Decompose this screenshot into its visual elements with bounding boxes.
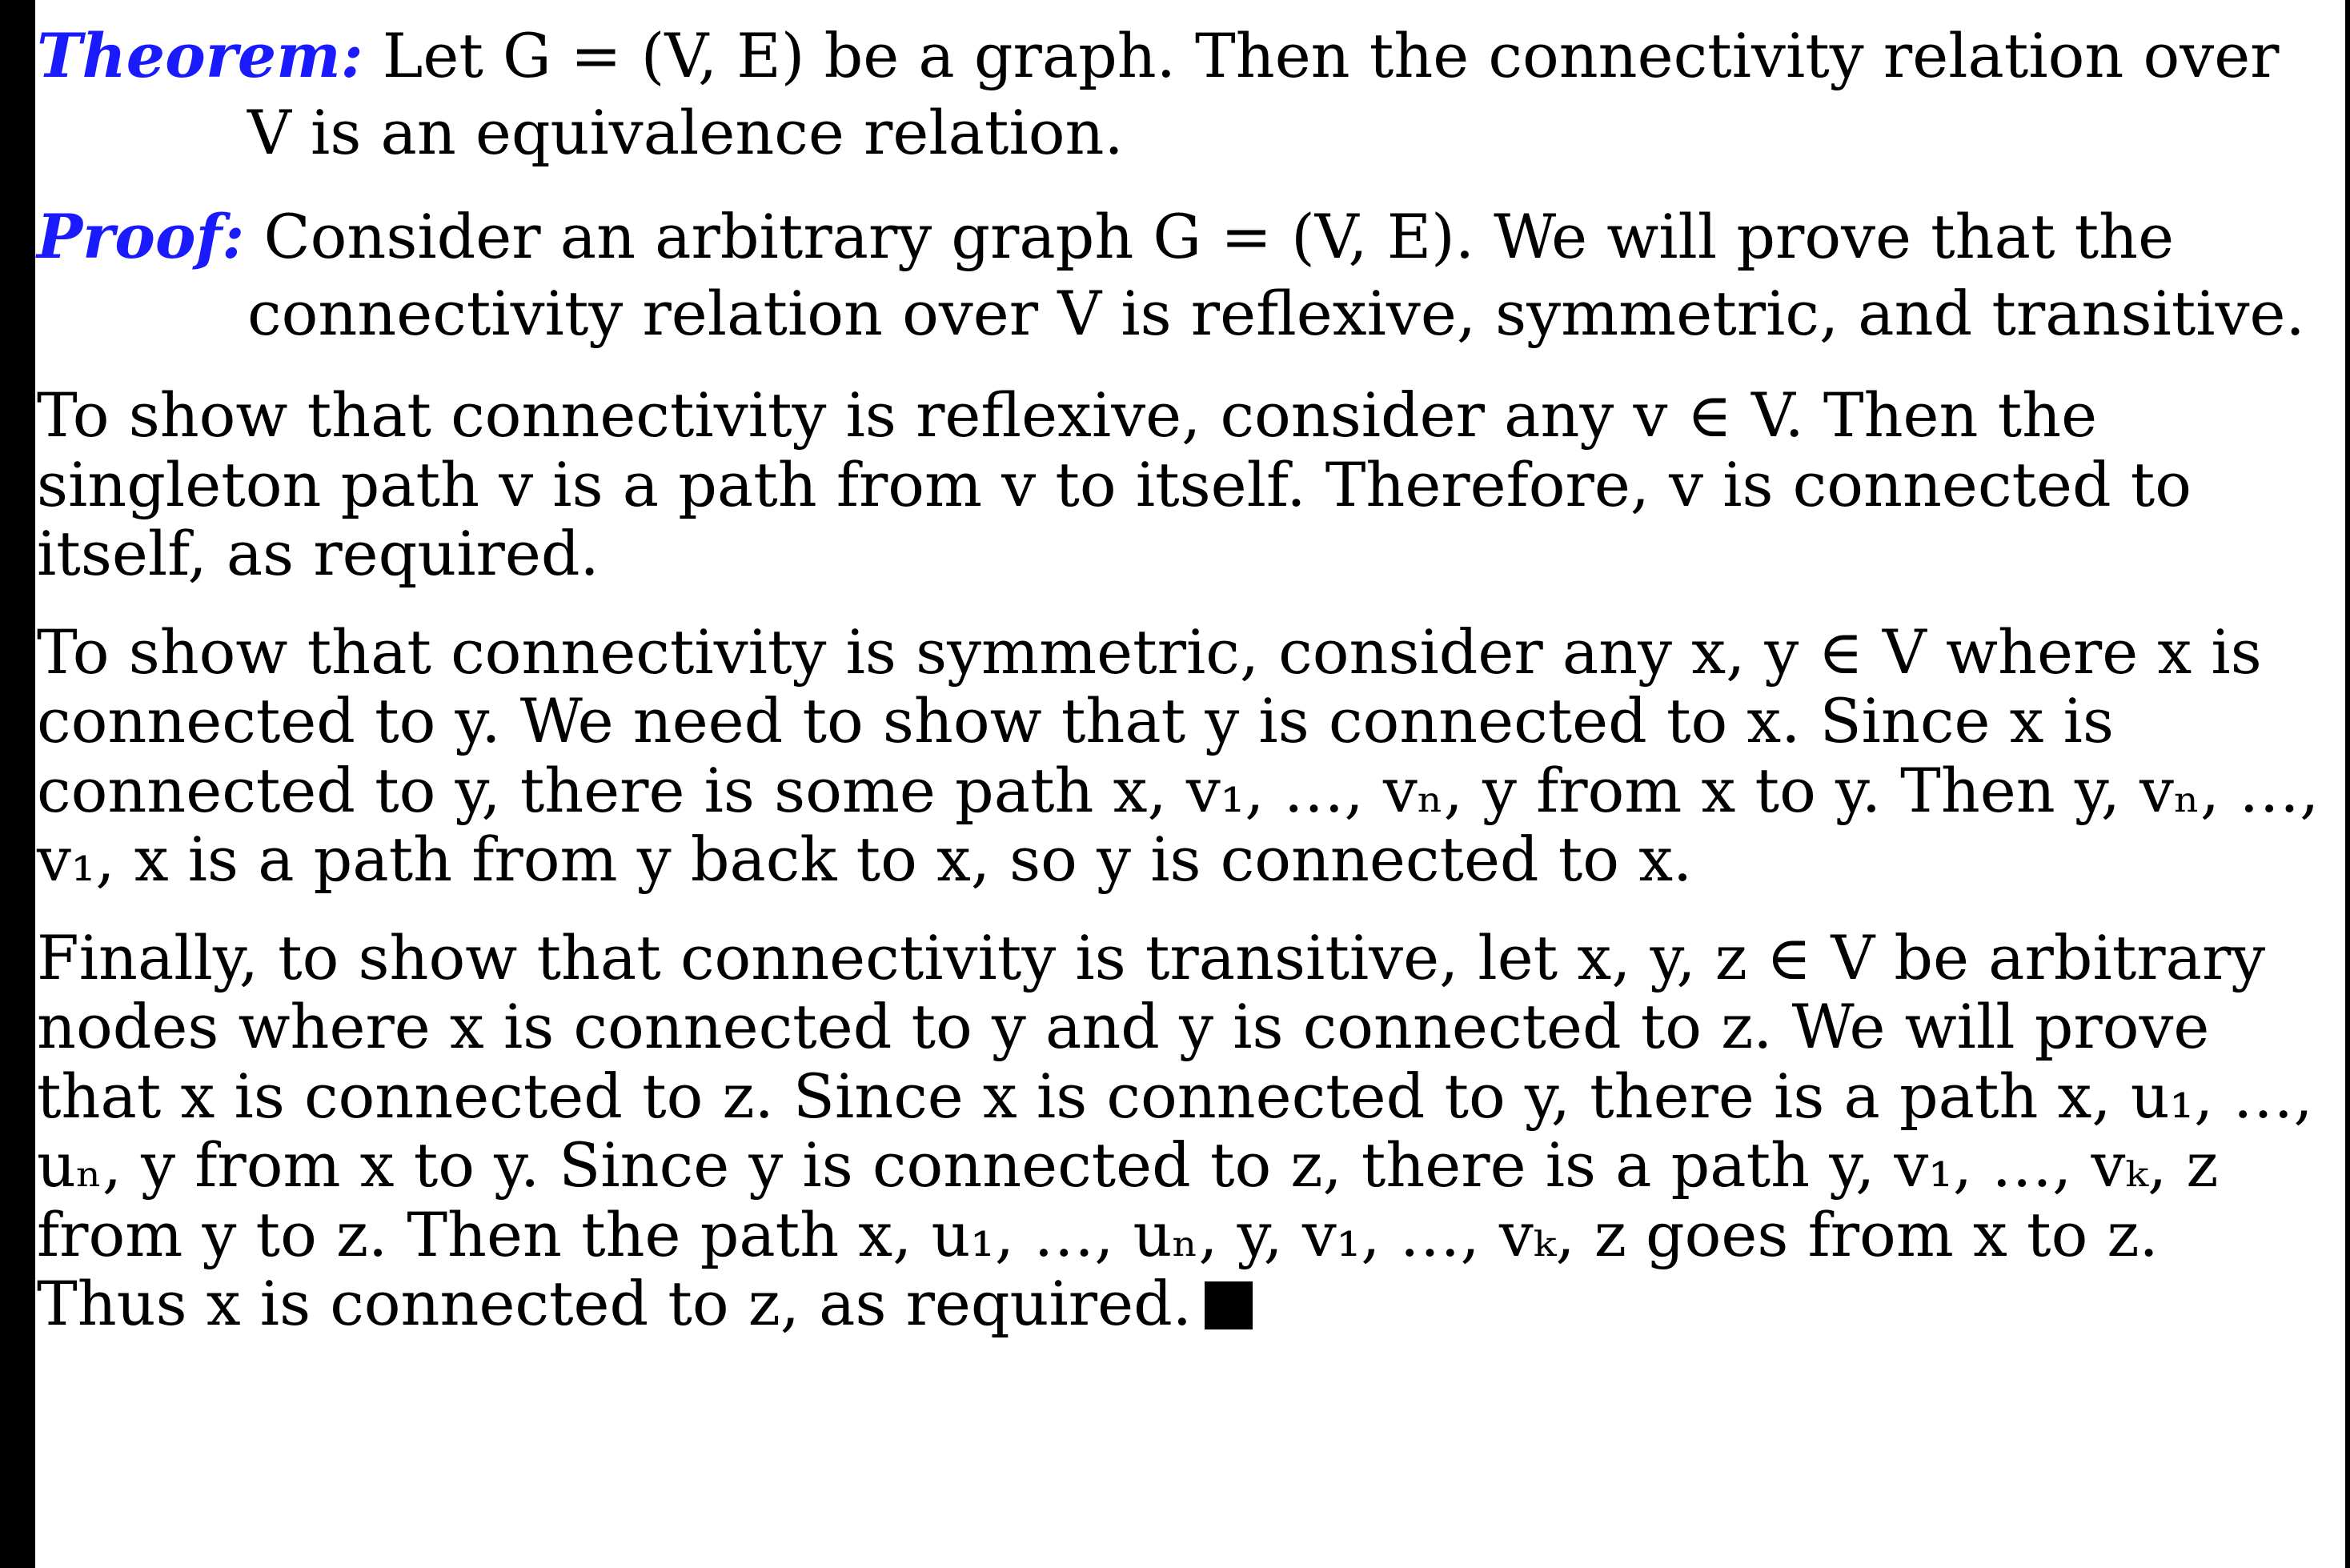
- transitive-paragraph: Finally, to show that connectivity is tr…: [37, 921, 2323, 1339]
- theorem-statement: Theorem: Let G = (V, E) be a graph. Then…: [37, 18, 2323, 171]
- proof-intro: Proof: Consider an arbitrary graph G = (…: [37, 199, 2323, 352]
- proof-label: Proof:: [37, 201, 245, 272]
- qed-square-icon: [1204, 1281, 1253, 1329]
- proof-text: Consider an arbitrary graph G = (V, E). …: [244, 201, 2305, 349]
- theorem-text: Let G = (V, E) be a graph. Then the conn…: [247, 20, 2280, 168]
- theorem-label: Theorem:: [37, 20, 363, 91]
- right-border: [2345, 0, 2350, 1568]
- left-border: [0, 0, 35, 1568]
- page: Theorem: Let G = (V, E) be a graph. Then…: [0, 0, 2350, 1568]
- proof-document: Theorem: Let G = (V, E) be a graph. Then…: [37, 18, 2323, 1339]
- reflexive-paragraph: To show that connectivity is reflexive, …: [37, 379, 2192, 589]
- transitive-text: Finally, to show that connectivity is tr…: [37, 921, 2313, 1339]
- symmetric-paragraph: To show that connectivity is symmetric, …: [37, 616, 2320, 895]
